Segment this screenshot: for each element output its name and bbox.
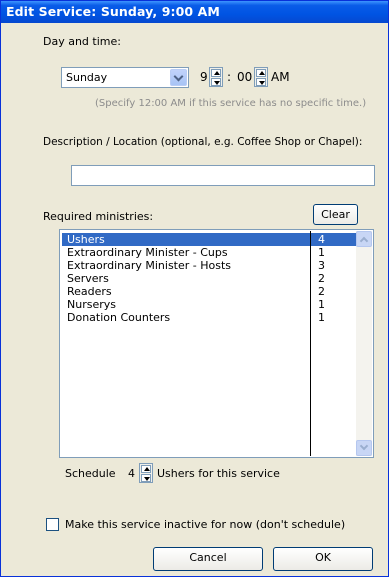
inactive-label[interactable]: Make this service inactive for now (don'… <box>65 518 345 531</box>
ministry-row[interactable]: Servers 2 <box>62 272 356 285</box>
scroll-down-icon[interactable] <box>356 440 372 456</box>
ministry-count: 4 <box>318 233 325 246</box>
day-select[interactable]: Sunday <box>61 67 189 88</box>
spin-up-icon[interactable] <box>256 69 266 77</box>
description-input[interactable] <box>71 165 375 186</box>
ministry-name: Extraordinary Minister - Hosts <box>67 259 232 272</box>
hour-spinner[interactable] <box>209 67 223 87</box>
schedule-spinner[interactable] <box>139 463 153 483</box>
spin-up-icon[interactable] <box>211 69 221 77</box>
description-label: Description / Location (optional, e.g. C… <box>43 136 363 148</box>
ministry-row[interactable]: Donation Counters 1 <box>62 311 356 324</box>
vertical-scrollbar[interactable] <box>356 231 372 456</box>
ministry-name: Donation Counters <box>67 311 171 324</box>
ministry-name: Ushers <box>67 233 105 246</box>
inactive-checkbox[interactable] <box>46 518 59 531</box>
day-select-value: Sunday <box>66 71 108 84</box>
ministry-name: Extraordinary Minister - Cups <box>67 246 228 259</box>
ministry-count: 3 <box>318 259 325 272</box>
schedule-count: 4 <box>128 467 135 480</box>
hour-value: 9 <box>200 70 208 84</box>
ministry-row[interactable]: Ushers 4 <box>62 233 356 246</box>
edit-service-dialog: Edit Service: Sunday, 9:00 AM Day and ti… <box>0 0 389 577</box>
ministry-name: Nurserys <box>67 298 116 311</box>
scroll-up-icon[interactable] <box>356 231 372 247</box>
spin-down-icon[interactable] <box>141 474 151 482</box>
ministry-count: 1 <box>318 246 325 259</box>
ministries-label: Required ministries: <box>43 210 154 223</box>
time-hint: (Specify 12:00 AM if this service has no… <box>95 98 367 109</box>
ok-button[interactable]: OK <box>273 547 373 571</box>
spin-up-icon[interactable] <box>141 465 151 473</box>
ministry-row[interactable]: Nurserys 1 <box>62 298 356 311</box>
ministry-row[interactable]: Extraordinary Minister - Hosts 3 <box>62 259 356 272</box>
spin-down-icon[interactable] <box>256 78 266 86</box>
title-bar[interactable]: Edit Service: Sunday, 9:00 AM <box>1 1 388 23</box>
ministry-count: 2 <box>318 285 325 298</box>
clear-button[interactable]: Clear <box>313 204 358 225</box>
ministry-name: Servers <box>67 272 109 285</box>
day-time-label: Day and time: <box>43 35 121 48</box>
column-divider <box>310 231 311 456</box>
schedule-prefix: Schedule <box>65 467 116 480</box>
spin-down-icon[interactable] <box>211 78 221 86</box>
chevron-down-icon[interactable] <box>170 69 187 86</box>
ministry-count: 2 <box>318 272 325 285</box>
time-separator: : <box>227 70 232 84</box>
minute-value: 00 <box>237 70 253 84</box>
ministry-count: 1 <box>318 311 325 324</box>
minute-spinner[interactable] <box>254 67 268 87</box>
window-title: Edit Service: Sunday, 9:00 AM <box>6 4 220 19</box>
ampm-value[interactable]: AM <box>271 70 290 84</box>
ministry-count: 1 <box>318 298 325 311</box>
ministry-row[interactable]: Readers 2 <box>62 285 356 298</box>
ministry-name: Readers <box>67 285 112 298</box>
ministries-list[interactable]: Ushers 4 Extraordinary Minister - Cups 1 Ext… <box>59 229 374 458</box>
schedule-suffix: Ushers for this service <box>157 467 280 480</box>
cancel-button[interactable]: Cancel <box>153 547 263 571</box>
ministry-row[interactable]: Extraordinary Minister - Cups 1 <box>62 246 356 259</box>
